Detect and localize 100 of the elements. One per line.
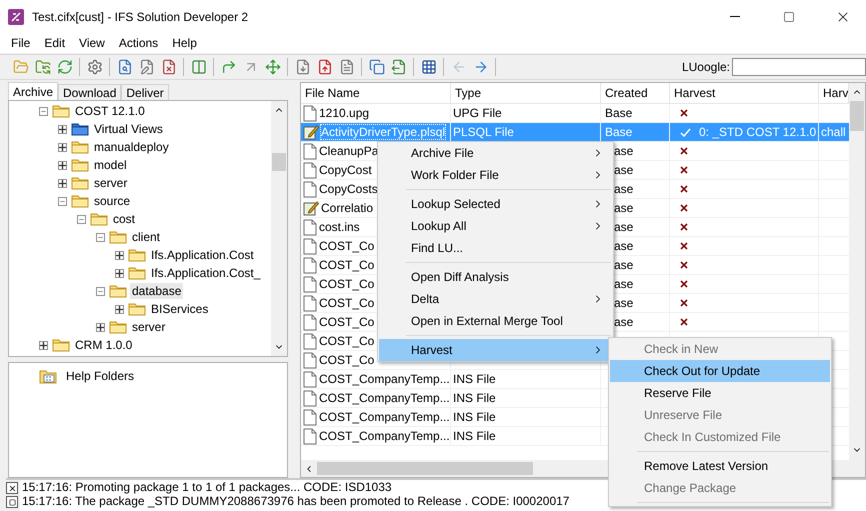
scrollbar-thumb[interactable] xyxy=(850,101,864,131)
expand-toggle[interactable] xyxy=(115,268,124,278)
table-cell: COST_CompanyTemp... xyxy=(319,429,450,443)
tab[interactable]: Download xyxy=(58,84,122,100)
tree-item[interactable]: manualdeploy xyxy=(92,139,171,155)
table-cell: ase xyxy=(614,220,634,234)
plus-icon xyxy=(97,324,104,330)
table-cell: INS File xyxy=(453,410,496,424)
menu-item[interactable]: Delta xyxy=(379,288,612,310)
expand-toggle[interactable] xyxy=(58,160,67,170)
tree-item[interactable]: client xyxy=(130,229,162,245)
edited-file-icon xyxy=(303,200,319,216)
folder-icon xyxy=(128,248,146,262)
table-row[interactable]: 1210.upg UPG File Base xyxy=(301,104,849,123)
tree-item[interactable]: COST 12.1.0 xyxy=(73,103,147,119)
menu-item[interactable]: Actions xyxy=(112,33,166,53)
plus-icon xyxy=(59,144,66,150)
table-cell: COST_Co xyxy=(319,315,374,329)
table-cell: COST_CompanyTemp... xyxy=(319,391,450,405)
menu-item[interactable]: File xyxy=(4,33,38,53)
window-title: Test.cifx[cust] - IFS Solution Developer 2 xyxy=(32,10,250,24)
collapse-toggle[interactable] xyxy=(77,214,86,224)
tree-item[interactable]: Ifs.Application.Cost xyxy=(149,247,256,263)
folder-icon xyxy=(90,212,108,226)
expand-toggle[interactable] xyxy=(58,142,67,152)
scrollbar-thumb[interactable] xyxy=(272,153,286,171)
expand-toggle[interactable] xyxy=(115,304,124,314)
menu-item[interactable]: Help xyxy=(165,33,204,53)
table-cell: COST_CompanyTemp... xyxy=(319,410,450,424)
collapse-toggle[interactable] xyxy=(96,232,105,242)
expand-toggle[interactable] xyxy=(96,322,105,332)
table-cell: COST_Co xyxy=(319,258,374,272)
menu-item[interactable]: Check Out for Update xyxy=(610,360,830,382)
menu-item[interactable]: Edit xyxy=(37,33,72,53)
tree-item[interactable]: cost xyxy=(111,211,138,227)
search-label: LUoogle: xyxy=(682,60,730,74)
plus-icon xyxy=(59,180,66,186)
tree-item[interactable]: model xyxy=(92,157,129,173)
table-cell: Correlatio xyxy=(321,201,374,215)
restore-button[interactable] xyxy=(6,496,18,508)
app-logo-icon xyxy=(8,8,24,24)
plus-icon xyxy=(116,252,123,258)
folder-icon xyxy=(52,338,70,352)
table-cell: ase xyxy=(614,201,634,215)
folder-icon xyxy=(128,302,146,316)
plus-icon xyxy=(40,342,47,348)
table-cell: ase xyxy=(614,315,634,329)
folder-icon xyxy=(52,104,70,118)
search-field[interactable] xyxy=(732,58,866,76)
menu-item[interactable]: Lookup All xyxy=(379,215,612,237)
expand-toggle[interactable] xyxy=(58,178,67,188)
folder-icon xyxy=(109,230,127,244)
file-icon xyxy=(303,104,317,122)
table-cell: ase xyxy=(614,239,634,253)
table-cell: ase xyxy=(614,144,634,158)
tree-item[interactable]: BIServices xyxy=(149,301,210,317)
collapse-toggle[interactable] xyxy=(96,286,105,296)
menu-item[interactable]: Open Diff Analysis xyxy=(379,266,612,288)
close-button[interactable] xyxy=(6,482,18,494)
expand-toggle[interactable] xyxy=(39,340,48,350)
menu-item[interactable]: Open in External Merge Tool xyxy=(379,310,612,332)
maximize-icon xyxy=(783,10,795,22)
tree-item[interactable]: Help Folders xyxy=(64,368,136,384)
tree-item[interactable]: Virtual Views xyxy=(92,121,165,137)
table-cell: CopyCost xyxy=(319,163,372,177)
table-cell: INS File xyxy=(453,391,496,405)
scrollbar-thumb[interactable] xyxy=(317,462,533,475)
tree-item[interactable]: source xyxy=(92,193,132,209)
table-cell: COST_Co xyxy=(319,296,374,310)
collapse-toggle[interactable] xyxy=(58,196,67,206)
collapse-toggle[interactable] xyxy=(39,106,48,116)
column-header[interactable]: File Name xyxy=(301,83,451,103)
tree-item[interactable]: Ifs.Application.Cost_ xyxy=(149,265,262,281)
folder-icon xyxy=(71,176,89,190)
column-header[interactable]: Created xyxy=(601,83,670,103)
tree-item[interactable]: server xyxy=(130,319,168,335)
vertical-scrollbar[interactable] xyxy=(849,83,865,477)
tree-item[interactable]: CRM 1.0.0 xyxy=(73,337,134,353)
expand-toggle[interactable] xyxy=(115,250,124,260)
tree-item[interactable]: database xyxy=(130,283,184,299)
menu-item[interactable]: View xyxy=(72,33,112,53)
tree-item[interactable]: server xyxy=(92,175,130,191)
table-cell: CleanupPa xyxy=(319,144,378,158)
close-icon xyxy=(8,484,16,492)
vertical-scrollbar[interactable] xyxy=(271,101,287,356)
expand-toggle[interactable] xyxy=(58,124,67,134)
log-line: 15:17:16: The package _STD DUMMY2088673976 has been promoted to Release . CODE: I00020017 xyxy=(22,494,570,508)
file-icon xyxy=(303,428,317,444)
column-header[interactable]: Type xyxy=(451,83,601,103)
folder-icon xyxy=(109,320,127,334)
tab[interactable]: Archive xyxy=(8,82,58,100)
log-line: 15:17:16: Promoting package 1 to 1 of 1 packages... CODE: ISD1033 xyxy=(22,480,393,494)
table-cell: COST_Co xyxy=(319,277,374,291)
menu-item[interactable]: Find LU... xyxy=(379,237,612,259)
menu-item[interactable]: Archive File xyxy=(379,142,612,164)
column-header[interactable]: Harvest xyxy=(670,83,819,103)
table-cell: COST_Co xyxy=(319,334,374,348)
tab[interactable]: Deliver xyxy=(121,84,169,100)
table-cell: INS File xyxy=(453,372,496,386)
menu-item[interactable]: Remove Latest Version xyxy=(610,455,830,477)
